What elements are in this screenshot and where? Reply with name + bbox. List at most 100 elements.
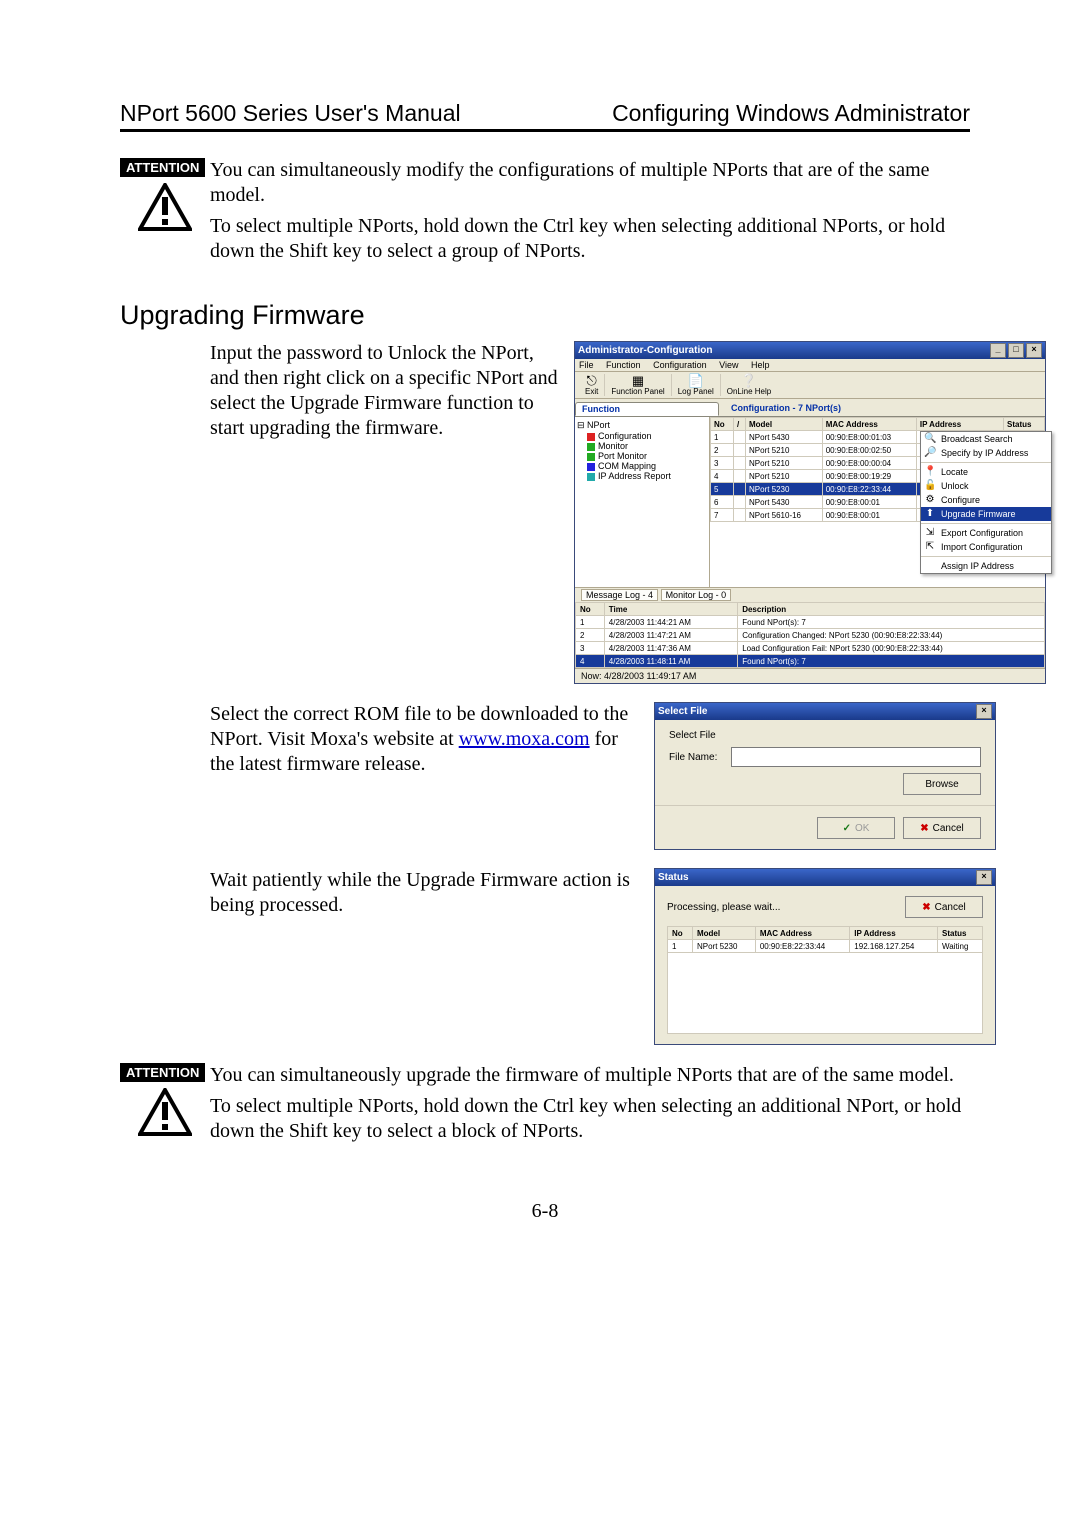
ip-report-icon	[587, 473, 595, 481]
tool-function-panel[interactable]: ▦Function Panel	[605, 374, 671, 396]
cancel-button[interactable]: ✖Cancel	[903, 817, 981, 839]
warning-icon	[138, 183, 192, 231]
filename-input[interactable]	[731, 747, 981, 767]
dlg-title: Select File	[658, 706, 974, 717]
tool-exit[interactable]: ⎋Exit	[579, 374, 605, 396]
attention1-line1: You can simultaneously modify the config…	[210, 158, 970, 208]
import-icon: ⇱	[924, 542, 936, 552]
close-button[interactable]: ×	[976, 870, 992, 885]
status-table: No Model MAC Address IP Address Status 1…	[667, 926, 983, 953]
maximize-button[interactable]: □	[1008, 343, 1024, 358]
monitorlog-tab[interactable]: Monitor Log - 0	[661, 589, 732, 601]
close-button[interactable]: ×	[976, 704, 992, 719]
tool-bar: ⎋Exit ▦Function Panel 📄Log Panel ❔OnLine…	[575, 372, 1045, 399]
status-row[interactable]: 1 NPort 5230 00:90:E8:22:33:44 192.168.1…	[668, 940, 983, 953]
tab-strip: Function Configuration - 7 NPort(s)	[575, 399, 1045, 417]
dlg-title: Status	[658, 872, 974, 883]
attention2-line1: You can simultaneously upgrade the firmw…	[210, 1063, 970, 1088]
ctx-upgrade-firmware[interactable]: ⬆Upgrade Firmware	[921, 507, 1051, 521]
menu-bar: File Function Configuration View Help	[575, 359, 1045, 372]
ctx-locate[interactable]: 📍Locate	[921, 465, 1051, 479]
close-icon: ✖	[922, 902, 930, 913]
locate-icon: 📍	[924, 467, 936, 477]
ip-icon: 🔎	[924, 448, 936, 458]
help-icon: ❔	[741, 374, 757, 387]
log-row[interactable]: 24/28/2003 11:47:21 AMConfiguration Chan…	[576, 629, 1045, 642]
minimize-button[interactable]: _	[990, 343, 1006, 358]
grid-header-row: No/ Model MAC Address IP Address Status	[711, 418, 1045, 431]
browse-button[interactable]: Browse	[903, 773, 981, 795]
menu-file[interactable]: File	[579, 360, 594, 370]
panel-icon: ▦	[632, 374, 644, 387]
cancel-button[interactable]: ✖Cancel	[905, 896, 983, 918]
tree-com-mapping[interactable]: COM Mapping	[577, 461, 707, 471]
menu-configuration[interactable]: Configuration	[653, 360, 707, 370]
screenshot-admin-window: Administrator-Configuration _ □ × File F…	[574, 341, 1046, 684]
check-icon: ✓	[843, 823, 851, 834]
step-1: Input the password to Unlock the NPort, …	[120, 341, 970, 684]
close-button[interactable]: ×	[1026, 343, 1042, 358]
close-icon: ✖	[920, 823, 928, 834]
step-3: Wait patiently while the Upgrade Firmwar…	[120, 868, 970, 1045]
page-number: 6-8	[120, 1200, 970, 1223]
ctx-assign-ip[interactable]: Assign IP Address	[921, 559, 1051, 573]
status-empty-area	[667, 953, 983, 1034]
ctx-broadcast-search[interactable]: 🔍Broadcast Search	[921, 432, 1051, 446]
tree-ip-report[interactable]: IP Address Report	[577, 471, 707, 481]
warning-icon	[138, 1088, 192, 1136]
section-title: Upgrading Firmware	[120, 300, 970, 331]
ctx-specify-ip[interactable]: 🔎Specify by IP Address	[921, 446, 1051, 460]
screenshot-select-file-dialog: Select File × Select File File Name: Bro…	[654, 702, 996, 850]
search-icon: 🔍	[924, 434, 936, 444]
exit-icon: ⎋	[587, 374, 597, 387]
tree-root[interactable]: ⊟ NPort	[577, 420, 707, 431]
page-header: NPort 5600 Series User's Manual Configur…	[120, 100, 970, 132]
step3-text: Wait patiently while the Upgrade Firmwar…	[210, 868, 640, 918]
msglog-tab[interactable]: Message Log - 4	[581, 589, 658, 601]
tab-function[interactable]: Function	[575, 402, 719, 416]
tool-log-panel[interactable]: 📄Log Panel	[672, 374, 721, 396]
monitor-icon	[587, 443, 595, 451]
window-titlebar: Administrator-Configuration _ □ ×	[575, 342, 1045, 359]
attention-badge: ATTENTION	[120, 158, 205, 177]
menu-view[interactable]: View	[719, 360, 738, 370]
tree-monitor[interactable]: Monitor	[577, 441, 707, 451]
step-2: Select the correct ROM file to be downlo…	[120, 702, 970, 850]
ctx-export-config[interactable]: ⇲Export Configuration	[921, 526, 1051, 540]
tree-port-monitor[interactable]: Port Monitor	[577, 451, 707, 461]
tool-online-help[interactable]: ❔OnLine Help	[721, 374, 777, 396]
ctx-configure[interactable]: ⚙Configure	[921, 493, 1051, 507]
filename-label: File Name:	[669, 752, 731, 763]
menu-function[interactable]: Function	[606, 360, 641, 370]
upgrade-icon: ⬆	[924, 509, 936, 519]
attention1-line2: To select multiple NPorts, hold down the…	[210, 214, 970, 264]
log-row-selected[interactable]: 44/28/2003 11:48:11 AMFound NPort(s): 7	[576, 655, 1045, 668]
window-title: Administrator-Configuration	[578, 345, 988, 356]
attention-badge: ATTENTION	[120, 1063, 205, 1082]
context-menu: 🔍Broadcast Search 🔎Specify by IP Address…	[920, 431, 1052, 574]
ok-button[interactable]: ✓OK	[817, 817, 895, 839]
dlg-titlebar: Select File ×	[655, 703, 995, 720]
ctx-unlock[interactable]: 🔓Unlock	[921, 479, 1051, 493]
log-row[interactable]: 14/28/2003 11:44:21 AMFound NPort(s): 7	[576, 616, 1045, 629]
ctx-import-config[interactable]: ⇱Import Configuration	[921, 540, 1051, 554]
tree-configuration[interactable]: Configuration	[577, 431, 707, 441]
screenshot-status-dialog: Status × Processing, please wait... ✖Can…	[654, 868, 996, 1045]
processing-label: Processing, please wait...	[667, 902, 780, 913]
port-monitor-icon	[587, 453, 595, 461]
com-icon	[587, 463, 595, 471]
menu-help[interactable]: Help	[751, 360, 770, 370]
moxa-link[interactable]: www.moxa.com	[459, 728, 590, 750]
status-bar: Now: 4/28/2003 11:49:17 AM	[575, 668, 1045, 683]
gear-icon: ⚙	[924, 495, 936, 505]
dlg-titlebar: Status ×	[655, 869, 995, 886]
message-log-table: NoTimeDescription 14/28/2003 11:44:21 AM…	[575, 602, 1045, 668]
manual-title: NPort 5600 Series User's Manual	[120, 100, 461, 127]
log-row[interactable]: 34/28/2003 11:47:36 AMLoad Configuration…	[576, 642, 1045, 655]
attention-block-2: ATTENTION You can simultaneously upgrade…	[120, 1063, 970, 1150]
attention-block-1: ATTENTION You can simultaneously modify …	[120, 158, 970, 270]
log-icon: 📄	[688, 374, 704, 387]
chapter-title: Configuring Windows Administrator	[612, 100, 970, 127]
log-tabs: Message Log - 4 Monitor Log - 0	[575, 587, 1045, 602]
config-icon	[587, 433, 595, 441]
